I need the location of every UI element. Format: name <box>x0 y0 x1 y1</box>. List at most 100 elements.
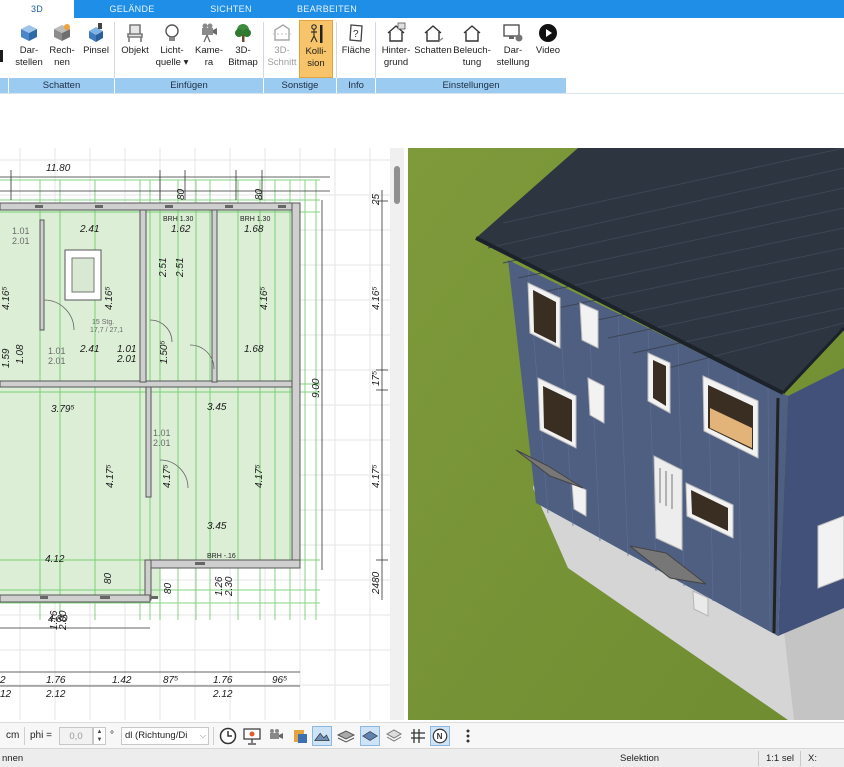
area-question-icon: ? <box>349 24 363 42</box>
ribbon-group-labels: Schatten Einfügen Sonstige Info Einstell… <box>0 78 566 93</box>
video-button[interactable]: Video <box>532 20 564 78</box>
dim-bottom-1-42: 1.42 <box>112 675 132 686</box>
objekt-button[interactable]: Objekt <box>118 20 152 78</box>
plan-scroll-thumb[interactable] <box>394 166 400 204</box>
dim-4-17-a: 4.17⁵ <box>105 464 116 488</box>
tab-sichten[interactable]: SICHTEN <box>198 0 264 18</box>
dim-80-b: 80 <box>254 188 265 200</box>
dim-1-01-d: 1.01 <box>153 428 171 438</box>
house-side-wall <box>778 368 844 636</box>
darstellen-label-2: stellen <box>15 57 43 68</box>
dim-80-c: 80 <box>103 572 114 584</box>
dim-4-16-a: 4.16⁵ <box>1 286 12 310</box>
dim-25: 25 <box>371 193 382 206</box>
flaeche-label: Fläche <box>341 45 371 56</box>
dim-4-17-c: 4.17⁵ <box>254 464 265 488</box>
north-toggle-on[interactable]: N <box>430 726 450 746</box>
kamera-label-2: ra <box>204 57 214 68</box>
more-options-icon[interactable] <box>458 726 478 746</box>
stair-label: 15 Stg. <box>92 319 114 326</box>
rechnen-label-2: nen <box>54 57 70 68</box>
chevron-down-icon: ⌵ <box>199 731 206 740</box>
schatten-label: Schatten <box>414 45 452 56</box>
pinsel-button[interactable]: Pinsel <box>80 20 112 78</box>
darstellen-label-1: Dar- <box>19 45 39 56</box>
dim-2-51-b: 2.51 <box>175 258 186 278</box>
layer-toggle-on[interactable] <box>360 726 380 746</box>
3d-view[interactable] <box>408 148 844 720</box>
brh-label-c: BRH -.16 <box>207 553 236 560</box>
app-window: { "tabs": [ {"label": "3D", "active": tr… <box>0 0 844 767</box>
bottom-toolbar: cm phi = ▲▼ ° dl (Richtung/Di ⌵ N <box>0 722 844 748</box>
video-label: Video <box>535 45 561 56</box>
phi-input[interactable] <box>59 727 93 745</box>
play-circle-icon <box>539 24 557 42</box>
dim-1-50: 1.50⁵ <box>159 340 170 364</box>
camera-tool-icon[interactable] <box>266 726 286 746</box>
3d-bitmap-label-2: Bitmap <box>228 57 258 68</box>
3d-schnitt-button[interactable]: 3D- Schnitt <box>265 20 299 78</box>
beleuchtung-button[interactable]: Beleuch- tung <box>452 20 492 78</box>
status-mode: Selektion <box>620 753 660 764</box>
3d-bitmap-button[interactable]: 3D- Bitmap <box>224 20 262 78</box>
dim-1-08: 1.08 <box>15 344 26 364</box>
tab-3d[interactable]: 3D <box>0 0 74 18</box>
hintergrund-label-2: grund <box>383 57 409 68</box>
3d-schnitt-label-1: 3D- <box>274 45 290 56</box>
floor-plan-view[interactable]: 11.80 2.41 1.62 1.68 2.41 1.68 3.79⁵ 3.4… <box>0 148 390 720</box>
tab-gelaende[interactable]: GELÄNDE <box>97 0 167 18</box>
house-background-icon <box>387 22 406 42</box>
dim-80-d: 80 <box>163 582 174 594</box>
darstellung-button[interactable]: Dar- stellung <box>494 20 532 78</box>
collision-figure-icon <box>310 24 323 43</box>
objekt-label: Objekt <box>121 45 149 56</box>
wall-pattern-icon[interactable] <box>336 726 356 746</box>
terrain-icon <box>314 732 330 741</box>
clock-icon[interactable] <box>218 726 238 746</box>
dim-4-16-r: 4.16⁵ <box>371 286 382 310</box>
unit-label: cm <box>6 730 20 741</box>
dim-3-79: 3.79⁵ <box>51 404 75 415</box>
kamera-label-1: Kame- <box>195 45 223 56</box>
stepper-down-icon[interactable]: ▼ <box>97 737 103 743</box>
hintergrund-button[interactable]: Hinter- grund <box>376 20 416 78</box>
dim-bottom-1-76-b: 1.76 <box>213 675 233 686</box>
kamera-button[interactable]: Kame- ra <box>192 20 226 78</box>
material-icon[interactable] <box>290 726 310 746</box>
monitor-gear-icon <box>503 24 523 42</box>
grid-icon[interactable] <box>408 726 428 746</box>
darstellen-button[interactable]: Dar- stellen <box>10 20 48 78</box>
toolbar-separator <box>24 727 25 745</box>
direction-select[interactable]: dl (Richtung/Di ⌵ <box>121 727 209 745</box>
dim-bottom-12: 12 <box>0 689 12 700</box>
stepper-up-icon[interactable]: ▲ <box>97 729 103 735</box>
3d-bitmap-label-1: 3D- <box>235 45 251 56</box>
ribbon-edge-marker <box>0 50 3 62</box>
lightbulb-icon <box>165 24 179 41</box>
dim-4-17-r: 4.17⁵ <box>371 464 382 488</box>
rechnen-button[interactable]: Rech- nen <box>46 20 78 78</box>
dim-9-00: 9.00 <box>311 378 322 398</box>
rechnen-label-1: Rech- <box>49 45 75 56</box>
degree-label: ° <box>110 730 114 741</box>
dim-bottom-2-12-a: 2.12 <box>45 689 66 700</box>
flaeche-button[interactable]: ? Fläche <box>338 20 374 78</box>
tab-bearbeiten[interactable]: BEARBEITEN <box>292 0 362 18</box>
lichtquelle-button[interactable]: Licht- quelle ▾ <box>152 20 192 78</box>
paint-cube-icon <box>89 23 103 42</box>
dim-bottom-2-12-b: 2.12 <box>212 689 233 700</box>
dim-4-17-b: 4.17⁵ <box>162 464 173 488</box>
schatten-button[interactable]: Schatten <box>413 20 453 78</box>
plan-vertical-scrollbar[interactable] <box>390 148 404 720</box>
direction-select-value: dl (Richtung/Di <box>125 730 188 741</box>
view-toggle-on[interactable] <box>312 726 332 746</box>
presentation-icon[interactable] <box>242 726 262 746</box>
dim-bottom-2: 2 <box>0 675 6 686</box>
svg-text:N: N <box>437 732 443 741</box>
kollision-button[interactable]: Kolli- sion <box>299 20 333 78</box>
dim-1-01: 1.01 <box>12 226 30 236</box>
phi-stepper[interactable]: ▲ ▼ <box>93 727 106 745</box>
lichtquelle-label-1: Licht- <box>160 45 184 56</box>
stack-icon[interactable] <box>384 726 404 746</box>
dim-2-51-a: 2.51 <box>158 258 169 278</box>
